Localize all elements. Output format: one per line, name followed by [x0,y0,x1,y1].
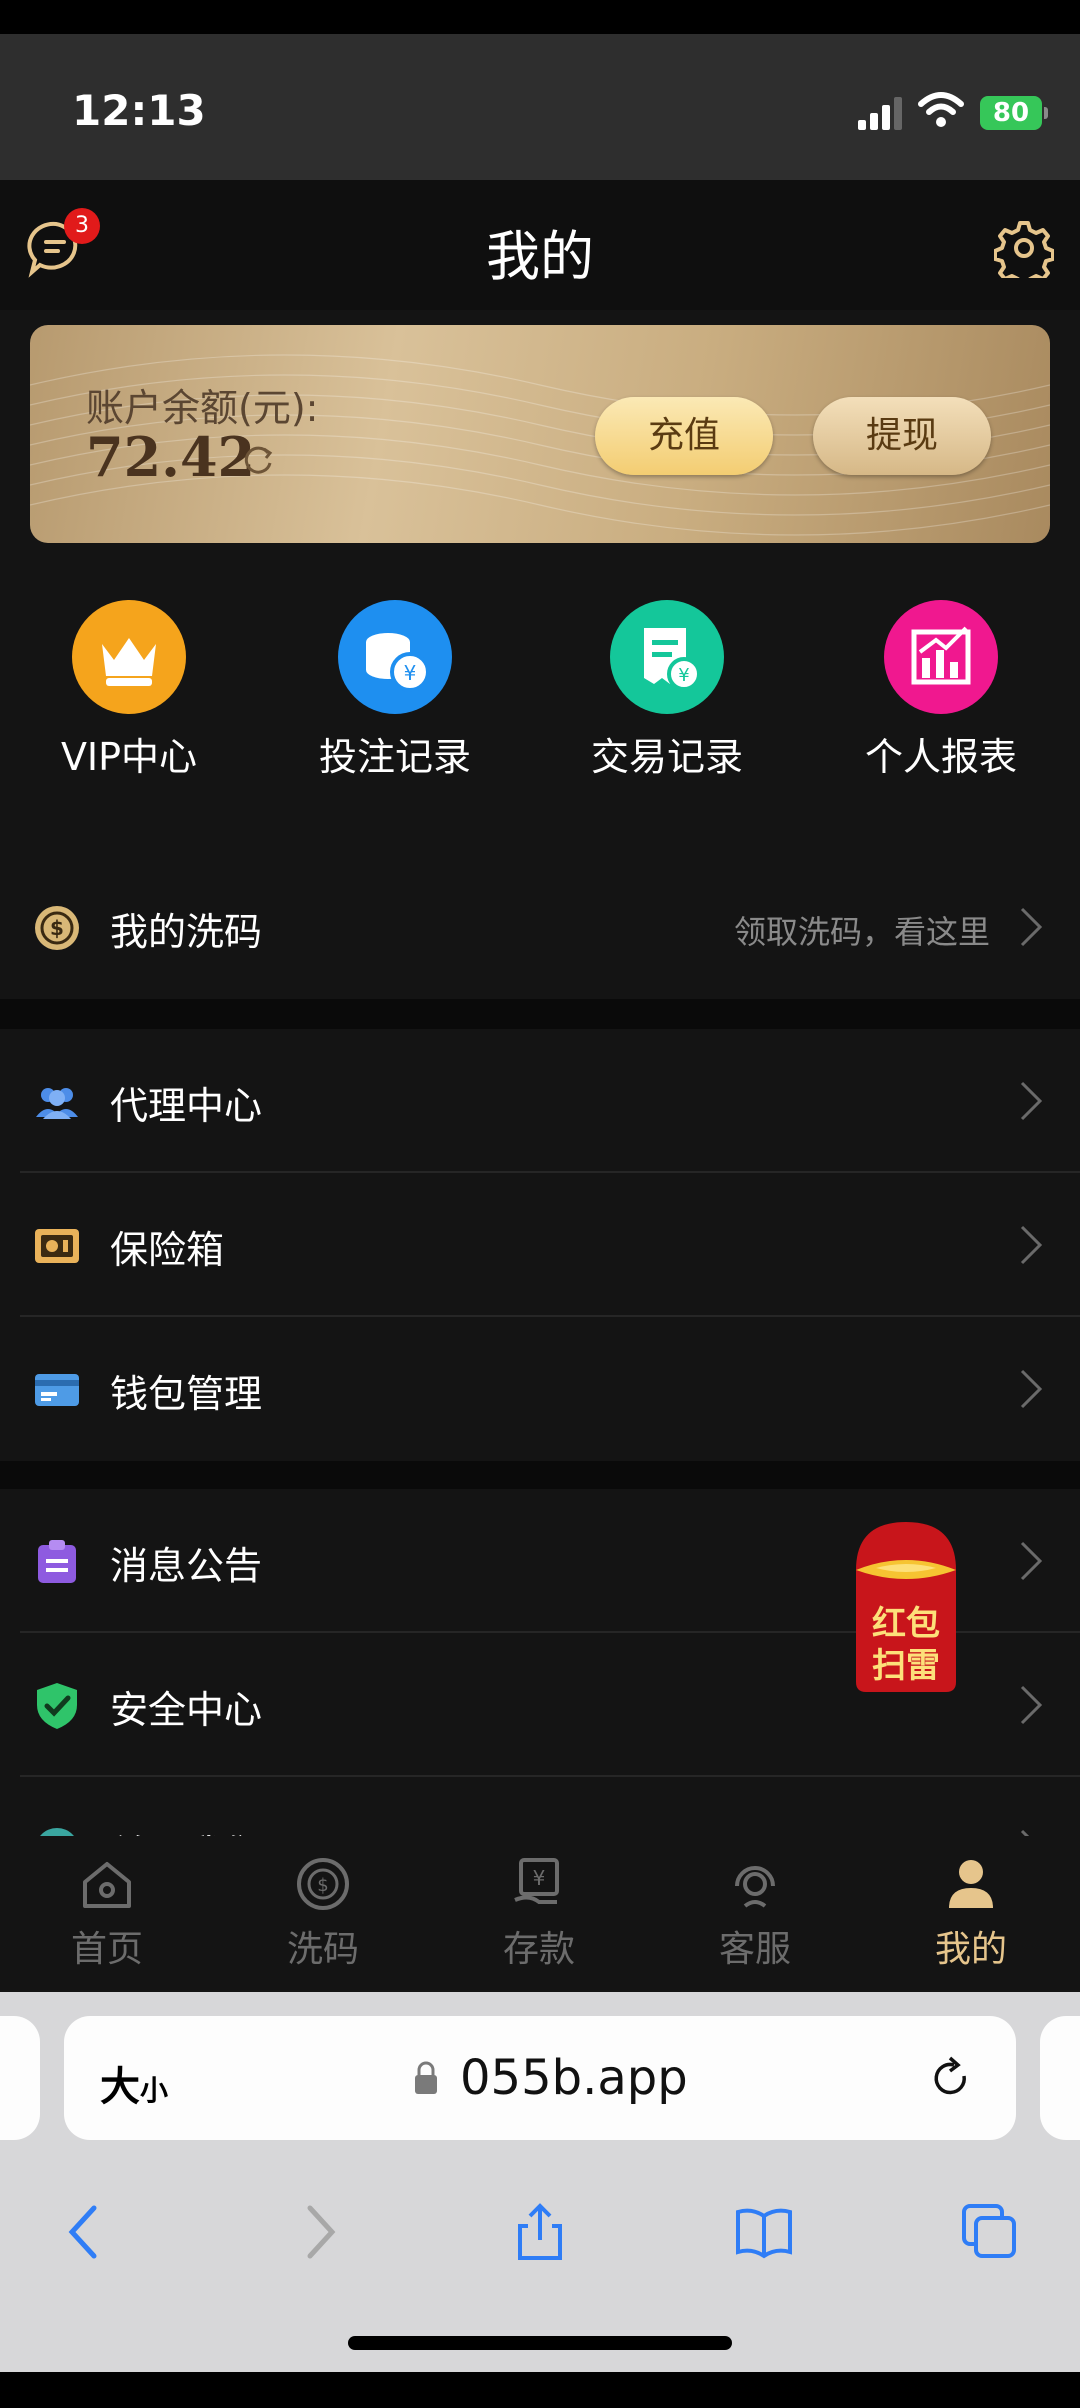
safe-box-icon [35,1229,79,1263]
url-text: 055b.app [460,2050,688,2106]
quick-action-report[interactable]: 个人报表 [826,600,1056,780]
share-icon[interactable] [510,2202,570,2262]
chevron-right-icon [1020,1225,1043,1265]
svg-text:¥: ¥ [404,661,417,685]
chevron-right-icon [1020,1685,1043,1725]
tabs-icon[interactable] [960,2202,1020,2262]
bookmarks-book-icon[interactable] [734,2202,794,2262]
previous-tab-pill[interactable] [0,2016,40,2140]
text-size-button[interactable]: 大小 [100,2054,168,2112]
battery-indicator: 80 [980,96,1048,130]
home-indicator [348,2336,732,2350]
svg-text:¥: ¥ [533,1866,546,1890]
red-packet-minesweeper-button[interactable]: 红包 扫雷 [848,1522,964,1692]
wifi-icon [918,92,964,127]
chevron-right-icon [1020,1369,1043,1409]
tab-home[interactable]: 首页 [47,1854,167,1972]
reload-icon[interactable] [926,2054,976,2104]
quick-action-transactions[interactable]: ¥ 交易记录 [552,600,782,780]
chart-icon [884,600,998,714]
quick-action-label: 交易记录 [590,735,743,779]
balance-card: 账户余额(元): 72.42 充值 提现 [30,325,1050,543]
home-icon [83,1862,131,1908]
chevron-right-icon [1020,1541,1043,1581]
shield-check-icon [37,1683,77,1729]
menu-row-label: 保险箱 [110,1228,225,1272]
tab-label: 客服 [718,1929,791,1970]
notice-clipboard-icon [38,1540,76,1583]
menu-row-label: 钱包管理 [110,1372,263,1416]
quick-action-vip[interactable]: VIP中心 [14,600,244,780]
svg-text:$: $ [317,1875,328,1896]
settings-gear-icon[interactable] [994,218,1054,278]
clock: 12:13 [72,86,206,135]
section-divider [0,999,1080,1029]
menu-row-label: 安全中心 [110,1688,263,1732]
refresh-icon[interactable] [240,441,276,477]
menu-row-label: 代理中心 [110,1084,263,1128]
menu-row-wash[interactable]: $ 我的洗码 领取洗码，看这里 [0,855,1080,999]
recharge-button[interactable]: 充值 [595,397,773,475]
info-icon [40,1828,74,1836]
menu-row-wallet[interactable]: 钱包管理 [0,1317,1080,1461]
wash-chip-icon: $ [297,1858,349,1910]
chevron-right-icon [1020,1081,1043,1121]
menu-row-label: 关于我们 [110,1823,262,1836]
tab-wash[interactable]: $ 洗码 [263,1854,383,1972]
quick-action-label: 个人报表 [864,735,1017,779]
menu-row-hint: 领取洗码，看这里 [733,913,990,951]
quick-action-label: VIP中心 [60,735,198,779]
red-packet-line2: 扫雷 [872,1646,940,1686]
status-bar: 12:13 80 [0,0,1080,180]
coins-icon: ¥ [338,600,452,714]
quick-action-label: 投注记录 [318,735,471,779]
forward-arrow-icon[interactable] [288,2202,348,2262]
address-bar[interactable]: 大小 055b.app [64,2016,1016,2140]
menu-row-about[interactable]: 关于我们 [0,1777,1080,1836]
tab-label: 洗码 [286,1929,359,1970]
withdraw-button[interactable]: 提现 [813,397,991,475]
page-header: 3 我的 [0,180,1080,310]
lock-icon [415,2061,437,2094]
bottom-bezel [0,2372,1080,2408]
wash-coin-icon: $ [35,906,79,950]
svg-text:$: $ [50,916,64,940]
menu-row-label: 我的洗码 [110,910,263,954]
quick-action-bets[interactable]: ¥ 投注记录 [280,600,510,780]
vip-crown-icon [72,600,186,714]
back-arrow-icon[interactable] [56,2202,116,2262]
chevron-right-icon [1020,907,1043,947]
tab-label: 存款 [502,1929,575,1970]
receipt-icon: ¥ [610,600,724,714]
chevron-right-icon [1020,1829,1030,1836]
menu-row-agent[interactable]: 代理中心 [0,1029,1080,1173]
agent-group-icon [36,1088,78,1119]
balance-amount: 72.42 [86,425,256,489]
tab-support[interactable]: 客服 [695,1854,815,1972]
tab-label: 首页 [70,1929,143,1970]
svg-text:¥: ¥ [678,665,689,686]
deposit-icon: ¥ [514,1858,559,1904]
user-icon [949,1860,993,1908]
tab-mine[interactable]: 我的 [911,1854,1031,1972]
wallet-card-icon [35,1374,79,1406]
next-tab-pill[interactable] [1040,2016,1080,2140]
bottom-tab-bar: 首页 $ 洗码 ¥ 存款 客服 我的 [0,1836,1080,1992]
balance-label: 账户余额(元): [86,386,319,430]
tab-label: 我的 [934,1929,1007,1970]
menu-row-label: 消息公告 [110,1544,263,1588]
menu-row-safe[interactable]: 保险箱 [0,1173,1080,1317]
tab-deposit[interactable]: ¥ 存款 [479,1854,599,1972]
support-icon [735,1866,775,1908]
browser-toolbar: 大小 055b.app [0,1992,1080,2372]
page-title: 我的 [486,225,594,288]
cellular-signal-icon [858,97,902,130]
section-divider [0,1461,1080,1489]
